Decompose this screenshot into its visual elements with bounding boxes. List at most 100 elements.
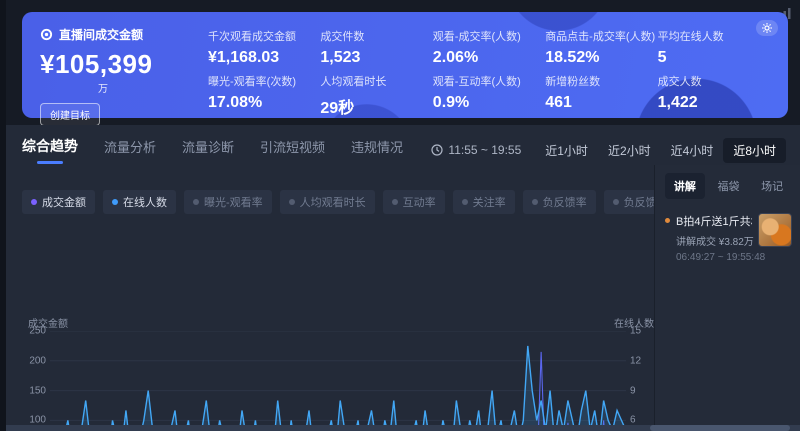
range-1h-button[interactable]: 近1小时: [535, 138, 598, 163]
metric-value: 0.9%: [433, 94, 545, 112]
time-range: 11:55 ~ 19:55: [431, 143, 521, 157]
chip-avg-watch-time[interactable]: 人均观看时长: [280, 190, 375, 214]
metric-label: 千次观看成交金额: [208, 28, 320, 44]
banner-settings-button[interactable]: [756, 20, 778, 36]
chip-label: 关注率: [473, 194, 506, 210]
metric-value: 461: [545, 94, 657, 112]
metric-card: 成交人数 1,422: [658, 73, 770, 118]
explain-item[interactable]: B拍4斤送1斤共35-4... 讲解成交 ¥3.82万 06:49:27 ~ 1…: [665, 213, 792, 263]
page-left-edge: [0, 0, 6, 431]
chip-label: 在线人数: [123, 194, 167, 210]
item-deal: 讲解成交 ¥3.82万: [676, 233, 752, 248]
trend-chart[interactable]: [50, 331, 626, 431]
metric-value: 29秒: [320, 94, 432, 118]
item-time: 06:49:27 ~ 19:55:48: [676, 252, 752, 263]
gmv-dot-icon: [31, 199, 37, 205]
metric-card: 平均在线人数 5: [658, 28, 770, 67]
metric-value: 18.52%: [545, 49, 657, 67]
metric-label: 成交人数: [658, 73, 770, 89]
clock-icon: [431, 144, 443, 156]
metric-value: ¥1,168.03: [208, 49, 320, 67]
chip-label: 成交金额: [42, 194, 86, 210]
metric-label: 观看-互动率(人数): [433, 73, 545, 89]
metric-label: 人均观看时长: [320, 73, 432, 89]
sidebar-tab-explain[interactable]: 讲解: [665, 173, 705, 199]
create-goal-button[interactable]: 创建目标: [40, 103, 100, 126]
metric-card: 曝光-观看率(次数) 17.08%: [208, 73, 320, 118]
section-tabs: 综合趋势 流量分析 流量诊断 引流短视频 违规情况 11:55 ~ 19:55 …: [6, 125, 800, 164]
right-axis-tick: 15: [630, 326, 650, 337]
gear-icon: [762, 23, 772, 33]
time-range-text: 11:55 ~ 19:55: [448, 143, 521, 157]
range-8h-button[interactable]: 近8小时: [723, 138, 786, 163]
chart-plot[interactable]: 0501001502002500369121501:0502:4504:2506…: [50, 331, 626, 431]
left-axis-tick: 250: [24, 326, 46, 337]
dot-icon: [532, 199, 538, 205]
chip-label: 人均观看时长: [300, 194, 366, 210]
scrollbar-thumb[interactable]: [650, 425, 790, 431]
chip-negative-rate[interactable]: 负反馈率: [523, 190, 596, 214]
metric-value: 5: [658, 49, 770, 67]
dot-icon: [392, 199, 398, 205]
metric-label: 商品点击-成交率(人数): [545, 28, 657, 44]
metric-value: 2.06%: [433, 49, 545, 67]
dot-icon: [462, 199, 468, 205]
primary-metric-label: 直播间成交金额: [59, 26, 143, 43]
left-axis-tick: 150: [24, 385, 46, 396]
chip-online-users[interactable]: 在线人数: [103, 190, 176, 214]
metric-value: 1,523: [320, 49, 432, 67]
item-title: B拍4斤送1斤共35-4...: [676, 213, 752, 229]
primary-metric-block: 直播间成交金额 ¥105,399 万 创建目标: [36, 26, 186, 108]
time-controls: 11:55 ~ 19:55 近1小时 近2小时 近4小时 近8小时: [431, 138, 786, 163]
dot-icon: [193, 199, 199, 205]
horizontal-scrollbar[interactable]: [6, 425, 800, 431]
primary-metric-value: ¥105,399: [40, 51, 186, 77]
metric-card: 观看-互动率(人数) 0.9%: [433, 73, 545, 118]
online-dot-icon: [112, 199, 118, 205]
chip-gmv[interactable]: 成交金额: [22, 190, 95, 214]
chip-follow-rate[interactable]: 关注率: [453, 190, 515, 214]
metric-card: 新增粉丝数 461: [545, 73, 657, 118]
tab-short-video[interactable]: 引流短视频: [260, 137, 325, 164]
chip-label: 互动率: [403, 194, 436, 210]
sidebar-tabs: 讲解 福袋 场记: [665, 173, 792, 199]
metric-label: 成交件数: [320, 28, 432, 44]
sidebar-tab-scene[interactable]: 场记: [752, 173, 792, 199]
item-bullet-icon: [665, 218, 670, 223]
event-sidebar: 讲解 福袋 场记 B拍4斤送1斤共35-4... 讲解成交 ¥3.82万 06:…: [654, 165, 800, 425]
primary-metric-unit: 万: [98, 80, 186, 95]
chip-label: 曝光-观看率: [204, 194, 263, 210]
metric-label: 平均在线人数: [658, 28, 770, 44]
metric-label: 曝光-观看率(次数): [208, 73, 320, 89]
product-thumbnail: [758, 213, 792, 247]
tab-overall-trend[interactable]: 综合趋势: [22, 136, 78, 164]
dot-icon: [289, 199, 295, 205]
metric-card: 成交件数 1,523: [320, 28, 432, 67]
target-icon: [40, 28, 53, 41]
dot-icon: [613, 199, 619, 205]
metric-value: 1,422: [658, 94, 770, 112]
metric-label: 新增粉丝数: [545, 73, 657, 89]
range-2h-button[interactable]: 近2小时: [598, 138, 661, 163]
right-axis-tick: 9: [630, 385, 650, 396]
metric-card: 观看-成交率(人数) 2.06%: [433, 28, 545, 67]
metric-chip-row: 成交金额 在线人数 曝光-观看率 人均观看时长 互动率 关注率 负反馈率 负反馈…: [6, 164, 656, 234]
metric-card: 千次观看成交金额 ¥1,168.03: [208, 28, 320, 67]
chip-label: 负反馈率: [543, 194, 587, 210]
tab-violations[interactable]: 违规情况: [351, 137, 403, 164]
chip-view-rate[interactable]: 曝光-观看率: [184, 190, 272, 214]
chip-interaction-rate[interactable]: 互动率: [383, 190, 445, 214]
range-4h-button[interactable]: 近4小时: [661, 138, 724, 163]
metric-value: 17.08%: [208, 94, 320, 112]
tab-traffic-diagnosis[interactable]: 流量诊断: [182, 137, 234, 164]
item-text: B拍4斤送1斤共35-4... 讲解成交 ¥3.82万 06:49:27 ~ 1…: [676, 213, 752, 263]
sidebar-tab-luckybag[interactable]: 福袋: [709, 173, 749, 199]
trend-chart-area: 成交金额 在线人数 0501001502002500369121501:0502…: [22, 317, 654, 431]
left-axis-tick: 200: [24, 355, 46, 366]
tab-traffic-analysis[interactable]: 流量分析: [104, 137, 156, 164]
banner-metrics-grid: 千次观看成交金额 ¥1,168.03 成交件数 1,523 观看-成交率(人数)…: [186, 26, 770, 108]
overview-banner: 直播间成交金额 ¥105,399 万 创建目标 千次观看成交金额 ¥1,168.…: [22, 12, 788, 118]
right-axis-tick: 12: [630, 355, 650, 366]
metric-card: 商品点击-成交率(人数) 18.52%: [545, 28, 657, 67]
metric-card: 人均观看时长 29秒: [320, 73, 432, 118]
